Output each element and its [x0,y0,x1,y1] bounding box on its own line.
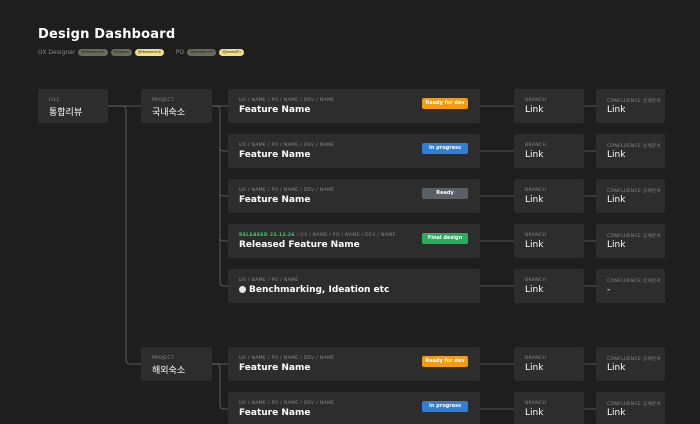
confluence-card[interactable]: CONFLUENCE 상세문서 Link [596,179,665,213]
branch-label: BRANCH [525,356,547,361]
feature-meta: UX / NAME / PO / NAME / DEV / NAME [239,401,335,406]
branch-card[interactable]: BRANCH Link [514,134,584,168]
branch-link[interactable]: Link [525,240,543,250]
branch-card[interactable]: BRANCH Link [514,392,584,424]
confluence-card[interactable]: CONFLUENCE 상세문서 - [596,269,665,303]
ux-chip[interactable]: @Member/UX [78,48,108,56]
confluence-link[interactable]: Link [607,408,625,418]
page-title: Design Dashboard [38,27,176,42]
branch-link[interactable]: Link [525,105,543,115]
confluence-card[interactable]: CONFLUENCE 상세문서 Link [596,89,665,123]
feature-title: Feature Name [239,195,311,205]
team-meta: UX Designer @Member/UX @Design @Member/U… [38,47,244,57]
feature-title-row: Benchmarking, Ideation etc [239,285,389,295]
confluence-label: CONFLUENCE 상세문서 [607,402,661,407]
confluence-card[interactable]: CONFLUENCE 상세문서 Link [596,392,665,424]
feature-card[interactable]: UX / NAME / PO / NAME / DEV / NAME Featu… [228,89,480,123]
branch-label: BRANCH [525,401,547,406]
confluence-link[interactable]: Link [607,363,625,373]
feature-card[interactable]: UX / NAME / PO / NAME Benchmarking, Idea… [228,269,480,303]
project-name: 해외숙소 [152,366,186,376]
released-tag: RELEASED 23.12.26 [239,233,295,238]
feature-meta: UX / NAME / PO / NAME / DEV / NAME [239,98,335,103]
confluence-card[interactable]: CONFLUENCE 상세문서 Link [596,347,665,381]
confluence-label: CONFLUENCE 상세문서 [607,99,661,104]
feature-title: Feature Name [239,408,311,418]
feature-meta: RELEASED 23.12.26 / UX / NAME / PO / NAM… [239,233,396,238]
idea-icon [239,285,246,293]
feature-card[interactable]: UX / NAME / PO / NAME / DEV / NAME Featu… [228,179,480,213]
branch-label: BRANCH [525,98,547,103]
file-label: FILE [49,98,60,103]
feature-card[interactable]: UX / NAME / PO / NAME / DEV / NAME Featu… [228,392,480,424]
confluence-link[interactable]: - [607,285,610,295]
feature-meta: UX / NAME / PO / NAME / DEV / NAME [239,143,335,148]
feature-title: Feature Name [239,363,311,373]
feature-meta: UX / NAME / PO / NAME [239,278,299,283]
status-badge[interactable]: In progress [422,143,468,154]
project-name: 국내숙소 [152,108,186,118]
feature-card[interactable]: RELEASED 23.12.26 / UX / NAME / PO / NAM… [228,224,480,258]
confluence-label: CONFLUENCE 상세문서 [607,279,661,284]
po-label: PO [175,48,185,56]
branch-card[interactable]: BRANCH Link [514,89,584,123]
branch-card[interactable]: BRANCH Link [514,269,584,303]
project-label: PROJECT [152,98,174,103]
status-badge[interactable]: Ready for dev [422,98,468,109]
status-badge[interactable]: Final design [422,233,468,244]
branch-label: BRANCH [525,188,547,193]
project-card[interactable]: PROJECT 해외숙소 [141,347,212,381]
feature-title: Benchmarking, Ideation etc [249,285,390,295]
confluence-card[interactable]: CONFLUENCE 상세문서 Link [596,224,665,258]
feature-title: Released Feature Name [239,240,360,250]
project-label: PROJECT [152,356,174,361]
project-card[interactable]: PROJECT 국내숙소 [141,89,212,123]
branch-link[interactable]: Link [525,195,543,205]
feature-meta: UX / NAME / PO / NAME / DEV / NAME [239,356,335,361]
branch-card[interactable]: BRANCH Link [514,224,584,258]
branch-label: BRANCH [525,233,547,238]
status-badge[interactable]: In progress [422,401,468,412]
branch-link[interactable]: Link [525,408,543,418]
status-badge[interactable]: Ready for dev [422,356,468,367]
confluence-link[interactable]: Link [607,195,625,205]
status-badge[interactable]: Ready [422,188,468,199]
po-chip[interactable]: @Jones/PO [219,48,244,56]
branch-label: BRANCH [525,143,547,148]
branch-link[interactable]: Link [525,363,543,373]
file-name: 통합리뷰 [49,108,83,118]
confluence-link[interactable]: Link [607,105,625,115]
feature-card[interactable]: UX / NAME / PO / NAME / DEV / NAME Featu… [228,134,480,168]
feature-card[interactable]: UX / NAME / PO / NAME / DEV / NAME Featu… [228,347,480,381]
feature-meta: UX / NAME / PO / NAME / DEV / NAME [239,188,335,193]
confluence-label: CONFLUENCE 상세문서 [607,357,661,362]
branch-link[interactable]: Link [525,150,543,160]
confluence-label: CONFLUENCE 상세문서 [607,234,661,239]
po-chip[interactable]: @Member/PO [187,48,217,56]
confluence-label: CONFLUENCE 상세문서 [607,144,661,149]
confluence-link[interactable]: Link [607,240,625,250]
branch-label: BRANCH [525,278,547,283]
feature-title: Feature Name [239,150,311,160]
ux-label: UX Designer [38,48,76,56]
branch-link[interactable]: Link [525,285,543,295]
feature-meta-names: / UX / NAME / PO / NAME / DEV / NAME [294,233,396,238]
branch-card[interactable]: BRANCH Link [514,347,584,381]
ux-chip[interactable]: @Design [110,48,132,56]
confluence-card[interactable]: CONFLUENCE 상세문서 Link [596,134,665,168]
branch-card[interactable]: BRANCH Link [514,179,584,213]
separator: · [169,48,171,56]
confluence-label: CONFLUENCE 상세문서 [607,189,661,194]
ux-chip[interactable]: @Member/UX [134,48,164,56]
file-card[interactable]: FILE 통합리뷰 [38,89,108,123]
feature-title: Feature Name [239,105,311,115]
confluence-link[interactable]: Link [607,150,625,160]
